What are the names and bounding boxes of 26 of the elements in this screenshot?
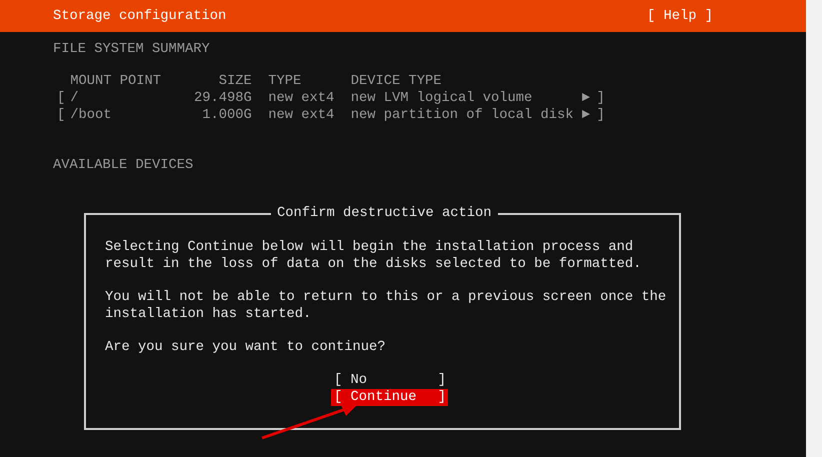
section-heading: FILE SYSTEM SUMMARY [53,41,211,58]
bracket: [ [57,90,66,107]
section-heading: AVAILABLE DEVICES [53,157,194,174]
device-type-cell-text: new LVM logical volume [350,90,534,107]
type-cell-text: new ext4 [267,90,334,107]
bracket: [ [57,107,66,124]
mount-point-cell-text: /boot [70,107,112,124]
size-cell-text: 1.000G [201,107,252,124]
mount-point-cell-text: / [70,90,80,107]
column-header: SIZE [218,73,252,90]
device-type-cell-text: new partition of local disk [350,107,574,124]
bracket: ] [596,90,605,107]
column-header: DEVICE TYPE [350,73,442,90]
dialog-text: Are you sure you want to continue? [105,339,387,356]
size-cell-text: 29.498G [192,90,252,107]
column-header: MOUNT POINT [70,73,162,90]
expand-arrow[interactable]: ► [582,90,597,107]
dialog-text: You will not be able to return to this or a previous screen once the installation has started. [105,289,668,323]
expand-arrow[interactable]: ► [582,107,597,124]
column-header: TYPE [267,73,302,90]
screen-title: Storage configuration [53,8,226,24]
dialog-button[interactable]: [ No ] [331,372,448,389]
type-cell-text: new ext4 [267,107,334,124]
help-button[interactable]: [ Help ] [646,8,713,24]
bracket: ] [596,107,605,124]
dialog-text: Selecting Continue below will begin the installation process and result in the loss of data on the disks selected to be formatted. [105,239,642,273]
